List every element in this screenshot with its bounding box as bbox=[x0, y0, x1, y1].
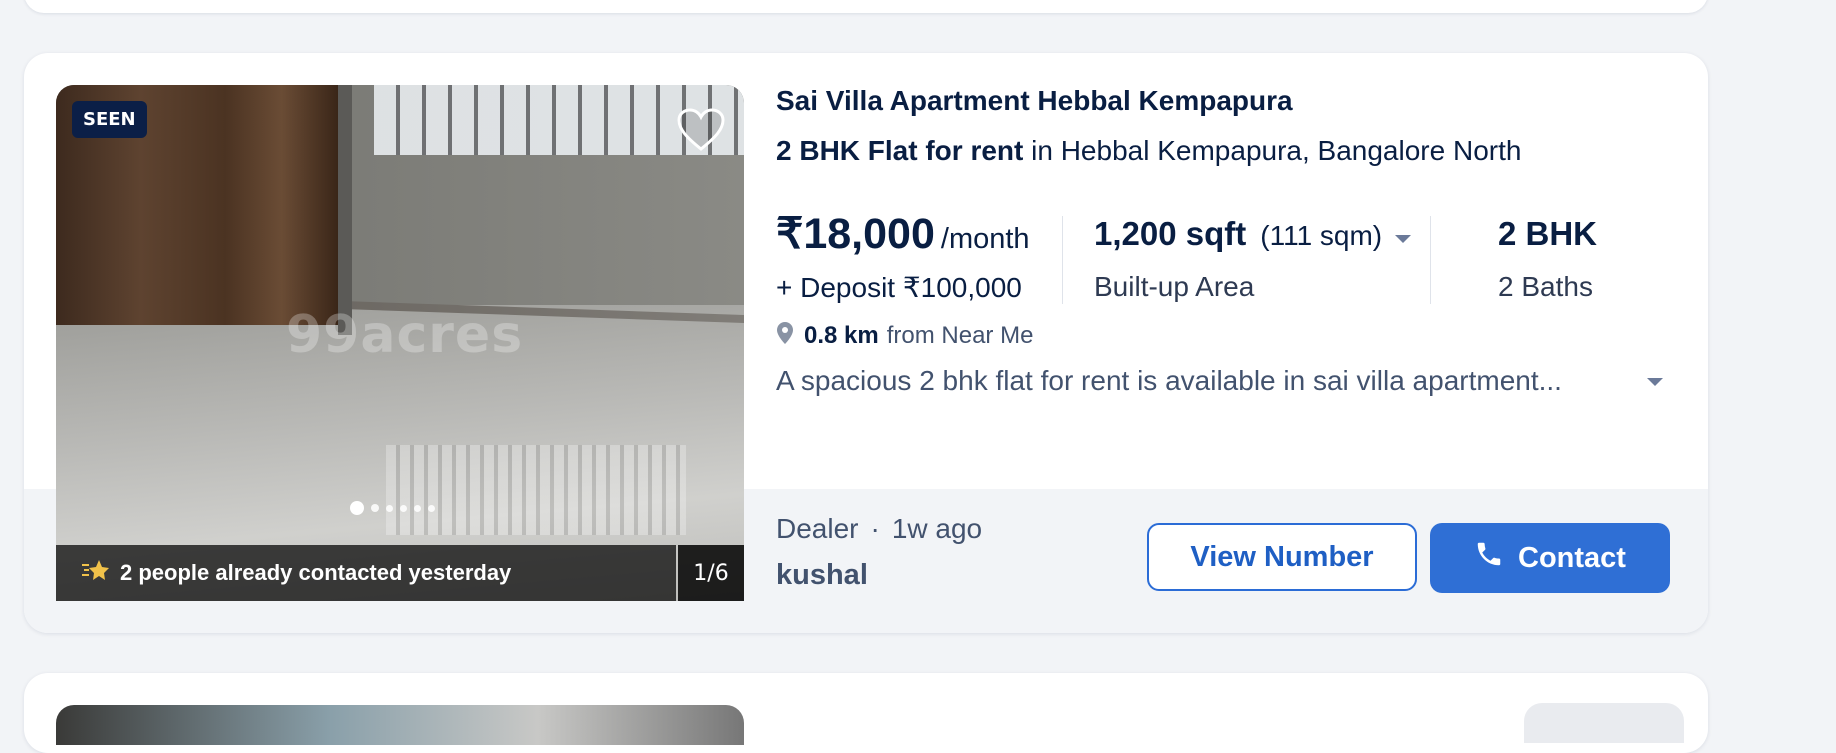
price-amount: ₹18,000 bbox=[776, 210, 935, 258]
contacted-banner: 2 people already contacted yesterday bbox=[56, 545, 676, 601]
listing-subtitle[interactable]: 2 BHK Flat for rent in Hebbal Kempapura,… bbox=[776, 135, 1521, 167]
photo-watermark: 99acres bbox=[286, 305, 524, 365]
carousel-dots[interactable] bbox=[350, 501, 435, 515]
carousel-dot[interactable] bbox=[414, 504, 421, 512]
photo-counter: 1/6 bbox=[678, 545, 744, 601]
dealer-name[interactable]: kushal bbox=[776, 559, 868, 592]
area-unit-chevron-down-icon[interactable] bbox=[1394, 232, 1412, 250]
bath-count: 2 Baths bbox=[1498, 271, 1593, 302]
star-icon bbox=[80, 558, 110, 588]
deposit-amount: + Deposit ₹100,000 bbox=[776, 272, 1022, 303]
contact-button[interactable]: Contact bbox=[1430, 523, 1670, 593]
separator: · bbox=[870, 513, 880, 544]
listing-title[interactable]: Sai Villa Apartment Hebbal Kempapura bbox=[776, 85, 1293, 117]
listing-photo[interactable]: 99acres SEEN 2 people already contacted … bbox=[56, 85, 744, 601]
contacted-text: 2 people already contacted yesterday bbox=[120, 560, 512, 585]
poster-info: Dealer · 1w ago bbox=[776, 513, 982, 545]
carousel-dot[interactable] bbox=[371, 504, 379, 512]
distance-info: 0.8 km from Near Me bbox=[776, 321, 1033, 350]
listing-card[interactable]: 99acres SEEN 2 people already contacted … bbox=[24, 53, 1708, 633]
carousel-dot[interactable] bbox=[428, 504, 435, 512]
seen-badge: SEEN bbox=[72, 101, 147, 138]
photo-reflection bbox=[386, 445, 686, 535]
distance-from: from Near Me bbox=[886, 321, 1034, 349]
next-listing-photo[interactable] bbox=[56, 705, 744, 745]
area-sqm: (111 sqm) bbox=[1260, 220, 1383, 251]
shortlist-heart-icon[interactable] bbox=[676, 107, 726, 153]
carousel-dot[interactable] bbox=[350, 501, 364, 515]
listing-description[interactable]: A spacious 2 bhk flat for rent is availa… bbox=[776, 365, 1596, 397]
area-sqft: 1,200 sqft bbox=[1094, 215, 1247, 252]
view-number-button[interactable]: View Number bbox=[1147, 523, 1417, 591]
phone-icon bbox=[1474, 539, 1504, 577]
next-listing-placeholder bbox=[1524, 703, 1684, 743]
next-listing-card[interactable] bbox=[24, 673, 1708, 753]
divider bbox=[1430, 216, 1431, 304]
property-type: 2 BHK Flat for rent bbox=[776, 135, 1024, 166]
photo-door-frame bbox=[338, 85, 352, 335]
carousel-dot[interactable] bbox=[386, 504, 393, 512]
poster-type: Dealer bbox=[776, 513, 859, 544]
area-label: Built-up Area bbox=[1094, 271, 1255, 302]
posted-time: 1w ago bbox=[891, 513, 983, 544]
distance-value: 0.8 km bbox=[804, 321, 879, 349]
carousel-dot[interactable] bbox=[400, 504, 407, 512]
area-size[interactable]: 1,200 sqft (111 sqm) bbox=[1094, 215, 1412, 253]
price-period: /month bbox=[940, 223, 1030, 255]
rent-price: ₹18,000/month bbox=[776, 209, 1030, 259]
contact-label: Contact bbox=[1518, 541, 1626, 574]
bhk-count: 2 BHK bbox=[1498, 215, 1598, 252]
location-pin-icon bbox=[776, 321, 794, 350]
expand-description-chevron-down-icon[interactable] bbox=[1646, 373, 1664, 392]
divider bbox=[1062, 216, 1063, 304]
property-location: in Hebbal Kempapura, Bangalore North bbox=[1023, 135, 1522, 166]
previous-listing-card bbox=[24, 0, 1708, 13]
